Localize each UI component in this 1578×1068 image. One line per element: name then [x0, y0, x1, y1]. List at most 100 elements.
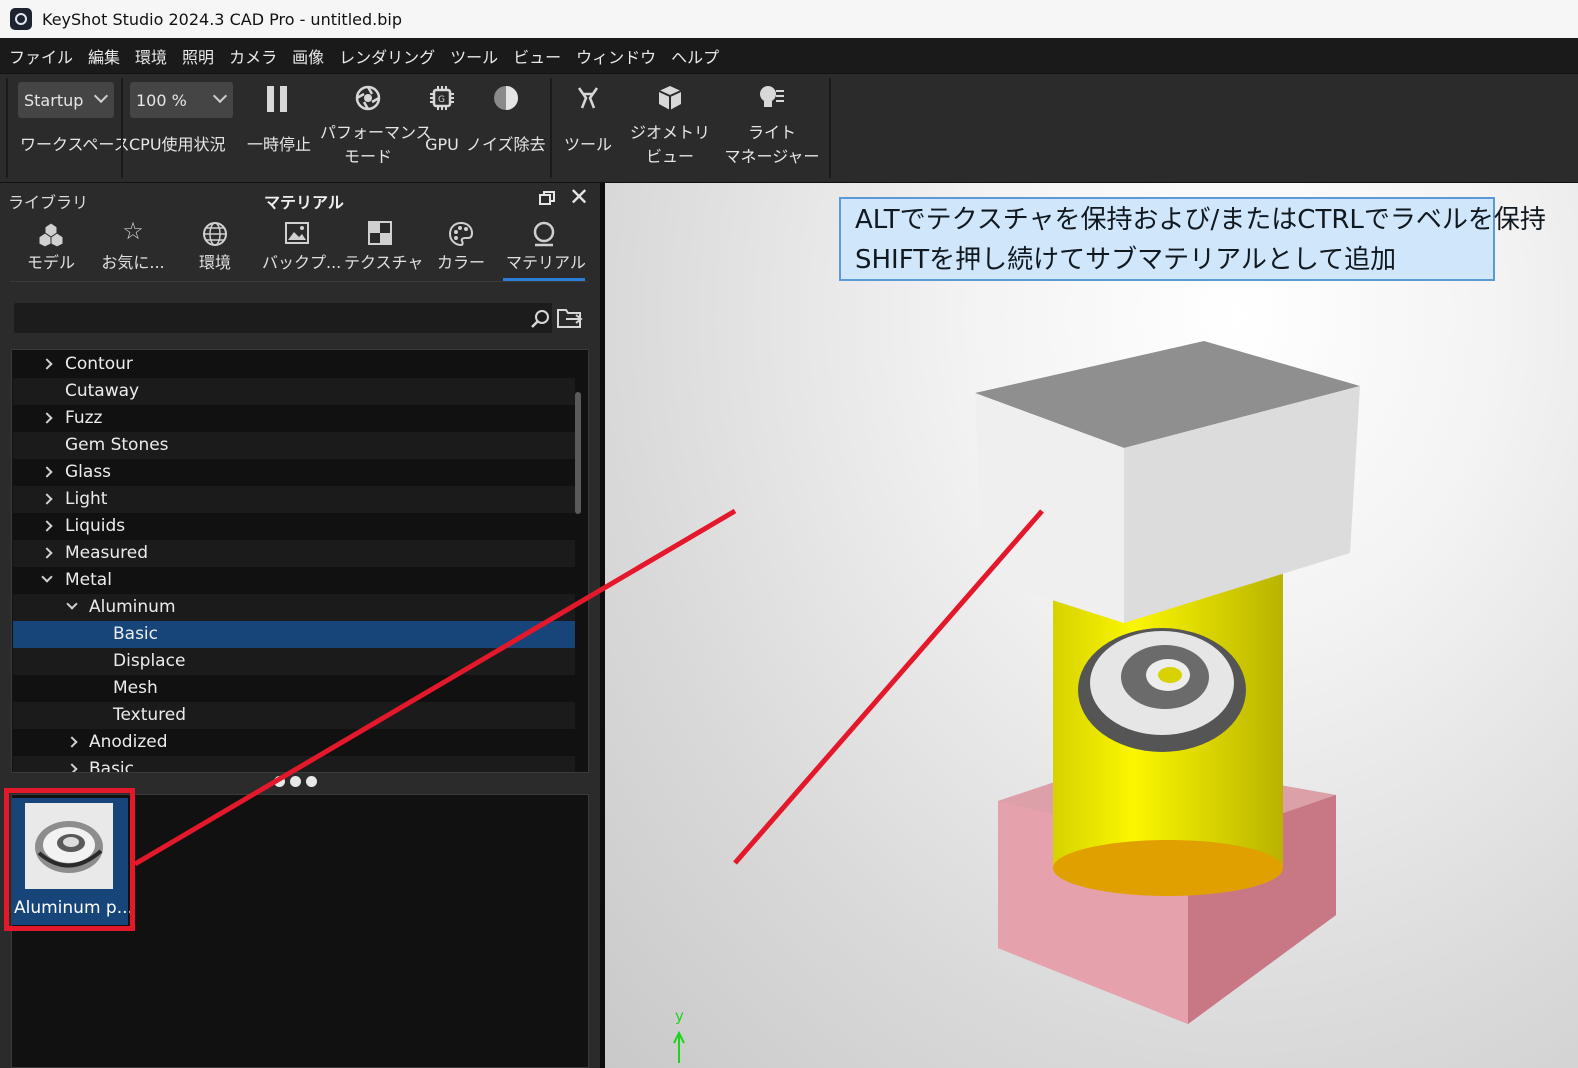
gpu-label: GPU: [425, 135, 459, 154]
cpu-usage-value: 100 %: [136, 90, 187, 110]
library-section-title: マテリアル: [264, 193, 344, 212]
undock-icon[interactable]: [539, 191, 555, 205]
menu-tools[interactable]: ツール: [444, 44, 507, 68]
tab-colors-label: カラー: [436, 253, 485, 272]
image-icon: [285, 222, 309, 244]
light-manager-label-line1: ライト: [747, 123, 796, 142]
tab-models[interactable]: モデル: [18, 219, 84, 279]
workspace-value: Startup: [24, 90, 84, 110]
tab-colors[interactable]: カラー: [428, 219, 494, 279]
drag-hint-tooltip: ALTでテクスチャを保持および/またはCTRLでラベルを保持 SHIFTを押し続…: [839, 197, 1546, 281]
light-manager-button[interactable]: ライト マネージャー: [722, 78, 822, 178]
material-tree[interactable]: Contour Cutaway Fuzz Gem Stones Glass Li…: [11, 349, 589, 773]
chevron-right-icon[interactable]: [41, 520, 53, 532]
tab-favorites-label: お気に...: [101, 253, 165, 272]
scene-render: y: [673, 341, 1360, 1063]
menu-lighting[interactable]: 照明: [176, 44, 223, 68]
tab-backplates[interactable]: バックプ...: [262, 219, 341, 279]
tree-item-mesh[interactable]: Mesh: [13, 675, 575, 702]
menu-environment[interactable]: 環境: [129, 44, 176, 68]
close-panel-icon[interactable]: ✕: [569, 183, 589, 211]
tools-button[interactable]: ツール: [560, 78, 616, 178]
tab-environments-label: 環境: [198, 253, 231, 272]
splitter-dot: [306, 776, 317, 787]
chevron-right-icon[interactable]: [66, 736, 78, 748]
cpu-usage-select[interactable]: 100 %: [130, 82, 233, 118]
denoise-button[interactable]: ノイズ除去: [466, 78, 546, 178]
light-manager-label-line2: マネージャー: [724, 147, 820, 166]
performance-mode-button[interactable]: パフォーマンス モード: [320, 78, 432, 178]
divider: [10, 281, 588, 282]
tree-item-glass[interactable]: Glass: [13, 459, 575, 486]
folder-import-icon[interactable]: [556, 305, 584, 331]
annotation-highlight-box: [4, 788, 135, 931]
toolbar-separator: [121, 78, 123, 178]
pause-label: 一時停止: [246, 135, 311, 154]
toolbar-separator: [550, 78, 552, 178]
tree-item-displace[interactable]: Displace: [13, 648, 575, 675]
tab-materials-label: マテリアル: [506, 253, 586, 272]
menu-bar: ファイル 編集 環境 照明 カメラ 画像 レンダリング ツール ビュー ウィンド…: [0, 38, 1578, 73]
chevron-down-icon[interactable]: [66, 598, 78, 610]
tree-item-anodized[interactable]: Anodized: [13, 729, 575, 756]
tab-environments[interactable]: 環境: [182, 219, 248, 279]
tree-item-gem-stones[interactable]: Gem Stones: [13, 432, 575, 459]
denoise-label: ノイズ除去: [466, 135, 546, 154]
library-search-input[interactable]: [14, 303, 552, 333]
chevron-right-icon[interactable]: [41, 493, 53, 505]
menu-file[interactable]: ファイル: [3, 44, 82, 68]
chevron-right-icon[interactable]: [41, 547, 53, 559]
menu-render[interactable]: レンダリング: [333, 44, 444, 68]
render-viewport[interactable]: y: [605, 183, 1578, 1068]
splitter-handle[interactable]: [274, 776, 317, 787]
chevron-down-icon: [212, 88, 228, 104]
y-axis-label: y: [675, 1007, 684, 1025]
gpu-button[interactable]: G GPU: [420, 78, 464, 178]
keyshot-logo-icon: [10, 8, 32, 30]
chevron-right-icon[interactable]: [41, 412, 53, 424]
menu-help[interactable]: ヘルプ: [665, 44, 728, 68]
geometry-view-button[interactable]: ジオメトリ ビュー: [628, 78, 712, 178]
ribbon-toolbar: Startup ワークスペース 100 % CPU使用状況 一時停止 パフォーマ…: [0, 73, 1578, 183]
material-sphere-icon: [533, 221, 555, 247]
tree-item-measured[interactable]: Measured: [13, 540, 575, 567]
tree-item-light[interactable]: Light: [13, 486, 575, 513]
tree-item-aluminum[interactable]: Aluminum: [13, 594, 575, 621]
tree-item-cutaway[interactable]: Cutaway: [13, 378, 575, 405]
search-icon[interactable]: [530, 309, 550, 329]
menu-window[interactable]: ウィンドウ: [570, 44, 665, 68]
tab-materials[interactable]: マテリアル: [506, 219, 586, 279]
lightbulb-icon: [760, 86, 784, 107]
pause-icon: [267, 86, 287, 112]
tree-item-basic[interactable]: Basic: [13, 756, 575, 772]
menu-image[interactable]: 画像: [286, 44, 333, 68]
hint-line-2: SHIFTを押し続けてサブマテリアルとして追加: [855, 245, 1397, 275]
tree-scrollbar[interactable]: [575, 392, 581, 514]
svg-text:G: G: [438, 95, 445, 105]
chevron-right-icon[interactable]: [41, 358, 53, 370]
chevron-right-icon[interactable]: [41, 466, 53, 478]
cpu-usage-label: CPU使用状況: [129, 135, 226, 154]
chevron-right-icon[interactable]: [66, 763, 78, 772]
tab-favorites[interactable]: ☆ お気に...: [100, 217, 166, 279]
workspace-select[interactable]: Startup: [18, 82, 114, 118]
gpu-chip-icon: G: [430, 86, 454, 110]
toolbar-separator: [6, 78, 8, 178]
tree-item-basic-selected[interactable]: Basic: [13, 621, 575, 648]
annotation-arrow-line: [733, 509, 1044, 865]
tree-item-fuzz[interactable]: Fuzz: [13, 405, 575, 432]
chevron-down-icon: [93, 88, 109, 104]
menu-camera[interactable]: カメラ: [223, 44, 286, 68]
tree-item-contour[interactable]: Contour: [13, 351, 575, 378]
pause-button[interactable]: 一時停止: [243, 78, 315, 178]
tree-item-liquids[interactable]: Liquids: [13, 513, 575, 540]
window-title: KeyShot Studio 2024.3 CAD Pro - untitled…: [42, 9, 402, 29]
y-axis-indicator: [673, 1030, 685, 1063]
checker-icon: [368, 221, 392, 245]
chevron-down-icon[interactable]: [41, 571, 53, 583]
menu-edit[interactable]: 編集: [82, 44, 129, 68]
menu-view[interactable]: ビュー: [507, 44, 570, 68]
tree-item-metal[interactable]: Metal: [13, 567, 575, 594]
tab-textures[interactable]: テクスチャ: [344, 219, 423, 279]
tree-item-textured[interactable]: Textured: [13, 702, 575, 729]
